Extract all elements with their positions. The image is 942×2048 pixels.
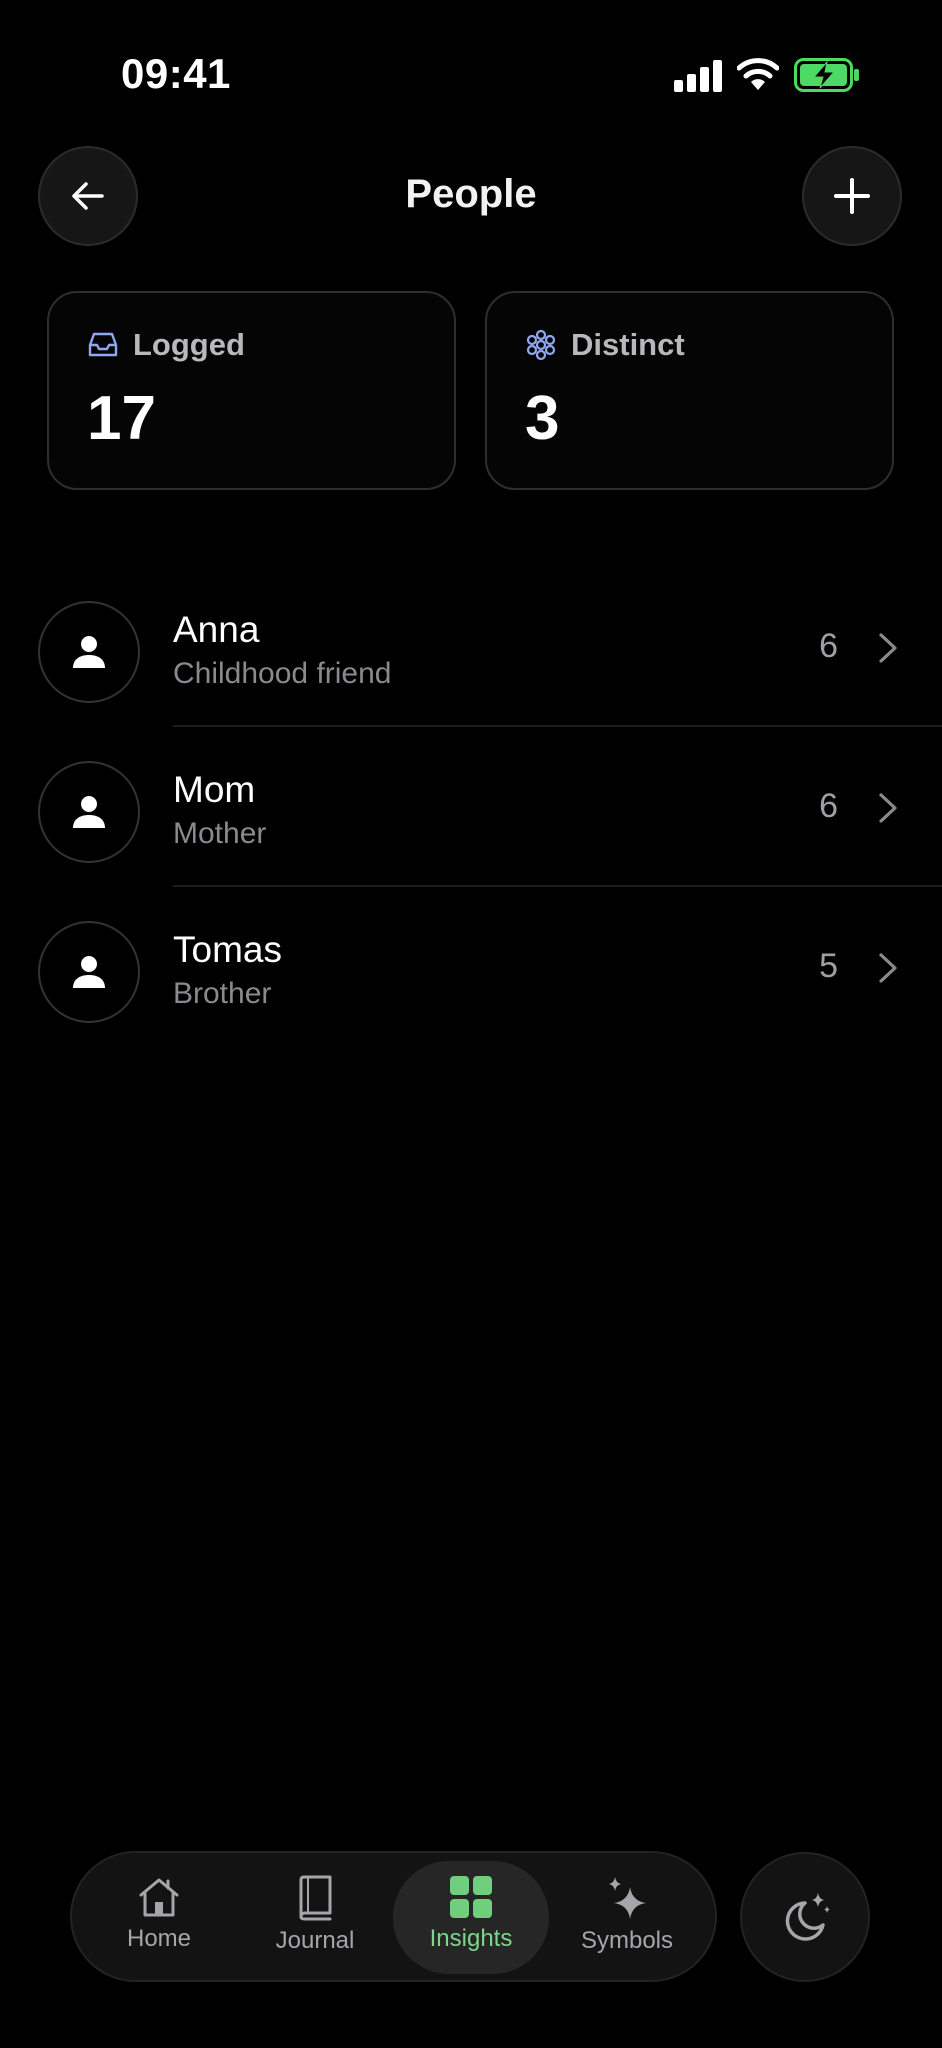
person-relation: Brother — [173, 977, 272, 1010]
battery-charging-icon — [794, 58, 859, 92]
person-count: 5 — [819, 947, 838, 985]
logged-label: Logged — [133, 327, 245, 362]
person-count: 6 — [819, 787, 838, 825]
logged-value: 17 — [87, 384, 156, 453]
chevron-right-icon — [879, 633, 897, 663]
tab-label: Symbols — [580, 1927, 674, 1954]
logged-stat-card: Logged 17 — [47, 291, 456, 490]
avatar — [38, 921, 140, 1023]
book-icon — [299, 1875, 332, 1921]
distinct-value: 3 — [525, 384, 560, 453]
person-name: Tomas — [173, 929, 282, 970]
person-count: 6 — [819, 627, 838, 665]
grid-icon — [450, 1876, 492, 1918]
distinct-stat-card: Distinct 3 — [485, 291, 894, 490]
wifi-icon — [737, 58, 779, 90]
person-relation: Childhood friend — [173, 657, 392, 690]
person-row-mom[interactable]: Mom Mother 6 — [0, 725, 942, 885]
person-icon — [73, 636, 105, 668]
distinct-label: Distinct — [571, 327, 685, 362]
tab-home[interactable]: Home — [81, 1861, 237, 1974]
bottom-tab-bar: Home Journal Insights Symbols — [70, 1851, 717, 1982]
chevron-right-icon — [879, 953, 897, 983]
person-relation: Mother — [173, 817, 267, 850]
tab-symbols[interactable]: Symbols — [549, 1861, 705, 1974]
tab-label: Journal — [275, 1927, 355, 1954]
sparkle-icon — [609, 1877, 646, 1919]
person-name: Mom — [173, 769, 256, 810]
atom-icon — [526, 329, 556, 361]
person-icon — [73, 956, 105, 988]
add-person-button[interactable] — [802, 146, 902, 246]
person-row-anna[interactable]: Anna Childhood friend 6 — [0, 565, 942, 725]
avatar — [38, 601, 140, 703]
person-row-tomas[interactable]: Tomas Brother 5 — [0, 885, 942, 1045]
status-bar: 09:41 — [0, 0, 942, 150]
home-icon — [139, 1878, 179, 1917]
tab-label: Insights — [429, 1925, 513, 1952]
page-title: People — [405, 172, 537, 216]
signal-icon — [674, 60, 722, 92]
theme-toggle-button[interactable] — [740, 1852, 870, 1982]
person-name: Anna — [173, 609, 260, 650]
tab-journal[interactable]: Journal — [237, 1861, 393, 1974]
chevron-right-icon — [879, 793, 897, 823]
person-icon — [73, 796, 105, 828]
moon-icon — [785, 1893, 830, 1941]
plus-icon — [834, 178, 870, 214]
tab-insights[interactable]: Insights — [393, 1861, 549, 1974]
status-time: 09:41 — [121, 50, 231, 97]
tray-icon — [88, 332, 118, 357]
tab-label: Home — [126, 1925, 192, 1952]
avatar — [38, 761, 140, 863]
